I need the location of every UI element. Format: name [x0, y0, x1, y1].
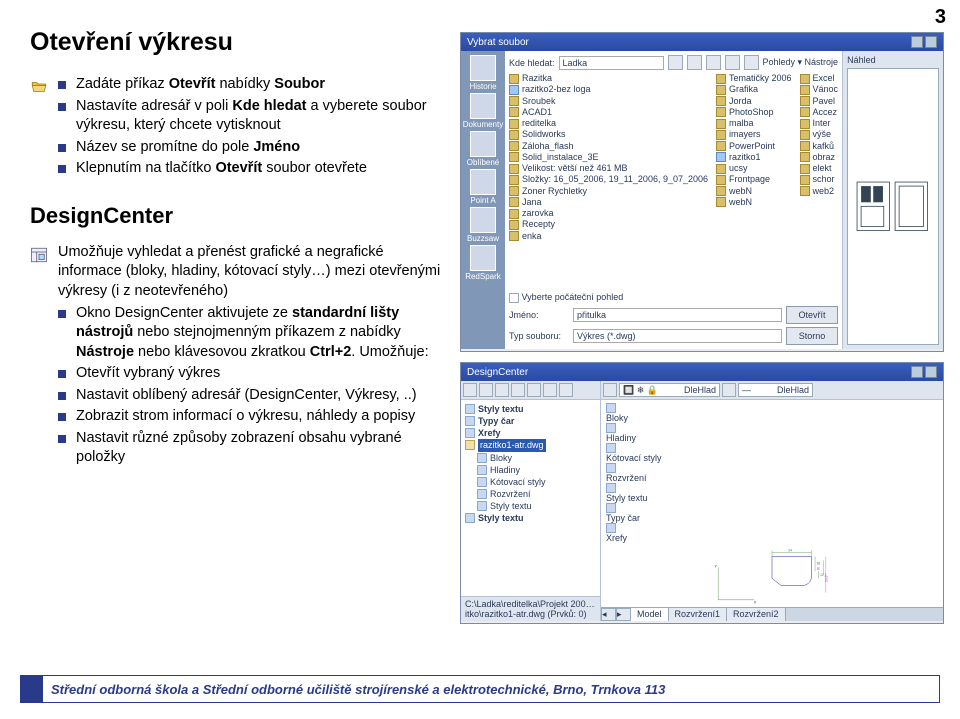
delete-icon[interactable] — [725, 55, 740, 70]
svg-text:X: X — [754, 600, 757, 604]
dc-tool-icon[interactable] — [511, 383, 525, 397]
svg-text:54: 54 — [789, 548, 793, 552]
footer-text: Střední odborná škola a Střední odborné … — [43, 682, 939, 697]
dc-tool-icon[interactable] — [463, 383, 477, 397]
tab-scroll-right-icon[interactable]: ▸ — [616, 608, 631, 621]
lookin-label: Kde hledat: — [509, 58, 555, 68]
dc-titlebar: DesignCenter — [461, 363, 943, 381]
designcenter-icon — [30, 246, 48, 264]
bullet: Zobrazit strom informací o výkresu, náhl… — [58, 407, 445, 427]
preview-thumbnail — [847, 68, 939, 345]
dc-tool-icon[interactable] — [559, 383, 573, 397]
file-column[interactable]: ExcelVánocPavelAccezIntervýšekafkůobraze… — [800, 73, 839, 290]
section2-lead: Umožňuje vyhledat a přenést grafické a n… — [58, 243, 445, 302]
newfolder-icon[interactable] — [744, 55, 759, 70]
layer-icon[interactable] — [603, 383, 617, 397]
back-icon[interactable] — [668, 55, 683, 70]
initial-view-checkbox-label[interactable]: Vyberte počáteční pohled — [522, 292, 624, 302]
sidebar-item[interactable]: Historie — [461, 55, 505, 91]
filetype-dropdown[interactable]: Výkres (*.dwg) — [573, 329, 782, 343]
dialog-title: Vybrat soubor — [467, 37, 529, 48]
dc-content-list[interactable]: BlokyHladinyKótovací stylyRozvrženíStyly… — [601, 400, 943, 546]
filename-label: Jméno: — [509, 310, 569, 320]
minimize-icon[interactable] — [911, 366, 923, 378]
dc-status-path: C:\Ladka\reditelka\Projekt 200…itko\razi… — [461, 596, 600, 621]
svg-text:30: 30 — [817, 567, 821, 571]
sidebar-item[interactable]: RedSpark — [461, 245, 505, 281]
places-sidebar: Historie Dokumenty Oblíbené Point A Buzz… — [461, 51, 505, 349]
close-icon[interactable] — [925, 36, 937, 48]
file-column[interactable]: Tematičky 2006GrafikaJordaPhotoShopmalba… — [716, 73, 792, 290]
section2-bullets: Okno DesignCenter aktivujete ze standard… — [58, 304, 445, 469]
lookin-dropdown[interactable]: Ladka — [559, 56, 664, 70]
file-column[interactable]: Razitkarazitko2-bez logaSroubekACAD1redi… — [509, 73, 708, 290]
footer-bar: Střední odborná škola a Střední odborné … — [20, 675, 940, 703]
dc-tool-icon[interactable] — [543, 383, 557, 397]
sidebar-item[interactable]: Buzzsaw — [461, 207, 505, 243]
bullet: Otevřít vybraný výkres — [58, 364, 445, 384]
bullet: Klepnutím na tlačítko Otevřít soubor ote… — [58, 159, 445, 179]
cancel-button[interactable]: Storno — [786, 327, 838, 345]
filetype-label: Typ souboru: — [509, 331, 569, 341]
svg-text:38: 38 — [816, 562, 820, 566]
tab-model[interactable]: Model — [631, 608, 669, 621]
preview-label: Náhled — [847, 55, 939, 65]
bullet: Nastavit oblíbený adresář (DesignCenter,… — [58, 386, 445, 406]
dc-tree[interactable]: Styly textuTypy čarXrefyrazitko1-atr.dwg… — [461, 400, 600, 596]
layout-tabs[interactable]: ◂ ▸ Model Rozvržení1 Rozvržení2 — [601, 607, 943, 621]
open-button[interactable]: Otevřít — [786, 306, 838, 324]
main-text-column: Otevření výkresu Zadáte příkaz Otevřít n… — [30, 28, 445, 470]
dialog-titlebar: Vybrat soubor — [461, 33, 943, 51]
menu-right[interactable]: Pohledy ▾ Nástroje — [763, 57, 839, 68]
dc-drawing-area: Y X 54 38 12,7 50,8 — [601, 546, 943, 607]
close-icon[interactable] — [925, 366, 937, 378]
svg-text:Y: Y — [715, 565, 718, 569]
page-number: 3 — [935, 6, 946, 29]
linetype-dropdown[interactable]: —DleHlad — [738, 383, 813, 397]
svg-text:50,8: 50,8 — [824, 575, 828, 581]
linetype-icon[interactable] — [722, 383, 736, 397]
filename-input[interactable]: přitulka — [573, 308, 782, 322]
dc-tool-icon[interactable] — [479, 383, 493, 397]
file-open-dialog: Vybrat soubor Historie Dokumenty Oblíben… — [460, 32, 944, 352]
dc-title: DesignCenter — [467, 367, 528, 378]
heading-open-drawing: Otevření výkresu — [30, 28, 445, 57]
bullet: Nastavíte adresář v poli Kde hledat a vy… — [58, 97, 445, 136]
designcenter-window: DesignCenter Styly textuTypy čarXrefyraz… — [460, 362, 944, 624]
tab-layout1[interactable]: Rozvržení1 — [669, 608, 728, 621]
sidebar-item[interactable]: Point A — [461, 169, 505, 205]
bullet: Okno DesignCenter aktivujete ze standard… — [58, 304, 445, 363]
dc-tool-icon[interactable] — [495, 383, 509, 397]
dc-tool-icon[interactable] — [527, 383, 541, 397]
search-icon[interactable] — [706, 55, 721, 70]
tab-scroll-left-icon[interactable]: ◂ — [601, 608, 616, 621]
sidebar-item[interactable]: Dokumenty — [461, 93, 505, 129]
bullet: Název se promítne do pole Jméno — [58, 138, 445, 158]
up-icon[interactable] — [687, 55, 702, 70]
bullet: Zadáte příkaz Otevřít nabídky Soubor — [58, 75, 445, 95]
bullet: Nastavit různé způsoby zobrazení obsahu … — [58, 429, 445, 468]
heading-designcenter: DesignCenter — [30, 203, 445, 229]
help-icon[interactable] — [911, 36, 923, 48]
tab-layout2[interactable]: Rozvržení2 — [727, 608, 786, 621]
layer-dropdown[interactable]: 🔲 ❄ 🔒DleHlad — [619, 383, 720, 397]
sidebar-item[interactable]: Oblíbené — [461, 131, 505, 167]
section1-bullets: Zadáte příkaz Otevřít nabídky Soubor Nas… — [58, 75, 445, 181]
footer-accent — [21, 676, 43, 702]
open-folder-icon — [30, 78, 48, 96]
